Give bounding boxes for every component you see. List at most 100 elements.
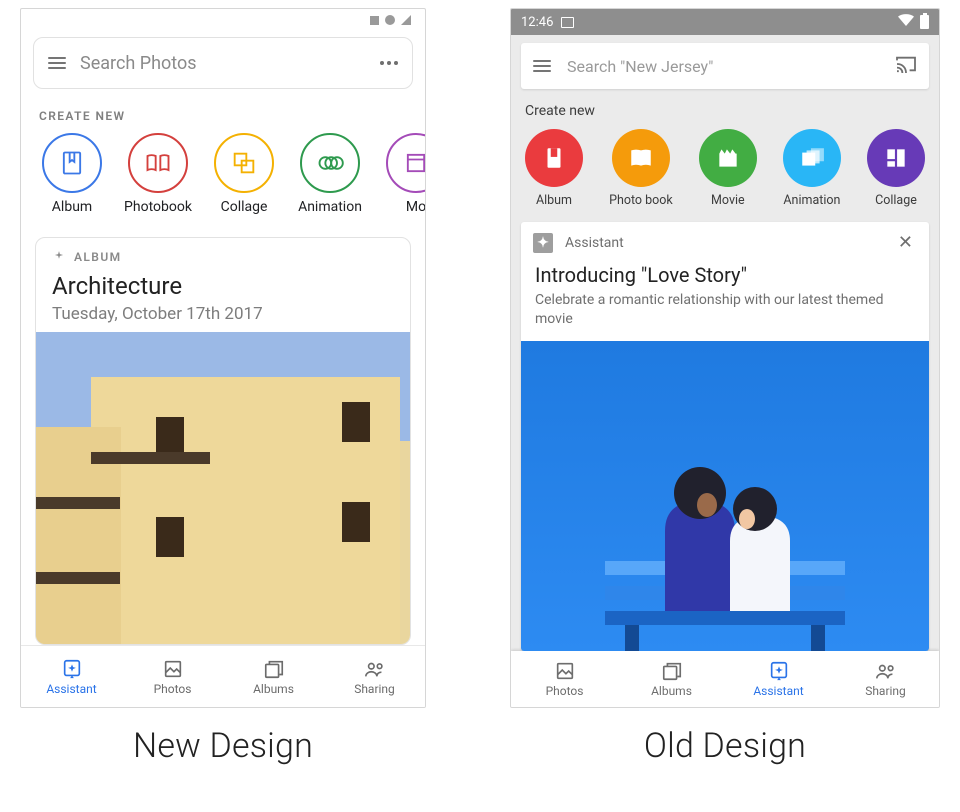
status-time: 12:46 <box>521 15 553 30</box>
hamburger-icon[interactable] <box>48 57 66 69</box>
tab-label: Sharing <box>865 684 906 698</box>
albums-icon <box>263 658 285 680</box>
albums-icon <box>661 660 683 682</box>
caption-old: Old Design <box>644 726 806 766</box>
search-input[interactable]: Search "New Jersey" <box>567 57 879 76</box>
status-square-icon <box>370 16 379 25</box>
create-item-label: Photobook <box>124 199 192 215</box>
tab-label: Sharing <box>354 682 395 696</box>
tab-label: Albums <box>253 682 294 696</box>
create-item-label: Collage <box>875 193 917 208</box>
card-title: Architecture <box>52 272 394 300</box>
old-design-phone: 12:46 Search "New Jersey" <box>510 8 940 708</box>
create-new-label: Create new <box>525 103 925 119</box>
bottom-nav: Photos Albums Assistant Sharing <box>511 651 939 707</box>
create-item-label: Animation <box>298 199 362 215</box>
create-animation[interactable]: Animation <box>293 133 367 215</box>
wifi-icon <box>898 14 914 30</box>
tab-photos[interactable]: Photos <box>511 651 618 707</box>
tab-label: Photos <box>154 682 192 696</box>
create-item-label: Collage <box>221 199 268 215</box>
create-animation[interactable]: Animation <box>783 129 841 208</box>
search-input[interactable]: Search Photos <box>80 53 366 74</box>
album-icon <box>42 133 102 193</box>
create-new-label: CREATE NEW <box>39 109 407 123</box>
overflow-menu-icon[interactable] <box>380 61 398 65</box>
photobook-icon <box>612 129 670 187</box>
search-bar[interactable]: Search Photos <box>33 37 413 89</box>
create-album[interactable]: Album <box>35 133 109 215</box>
collage-icon <box>214 133 274 193</box>
card-title: Introducing "Love Story" <box>535 263 915 287</box>
tab-label: Assistant <box>753 684 803 698</box>
hamburger-icon[interactable] <box>533 60 551 72</box>
card-source: Assistant <box>565 235 624 251</box>
tab-albums[interactable]: Albums <box>223 646 324 707</box>
movie-icon <box>386 133 425 193</box>
create-movie[interactable]: Movie <box>699 129 757 208</box>
tab-photos[interactable]: Photos <box>122 646 223 707</box>
card-date: Tuesday, October 17th 2017 <box>52 304 394 324</box>
sharing-icon <box>364 658 386 680</box>
tab-assistant[interactable]: Assistant <box>725 651 832 707</box>
tab-label: Assistant <box>46 682 96 696</box>
assistant-badge-icon: ✦ <box>533 233 553 253</box>
tab-assistant[interactable]: Assistant <box>21 646 122 707</box>
dismiss-button[interactable]: ✕ <box>894 232 917 253</box>
bottom-nav: Assistant Photos Albums Sharing <box>21 645 425 707</box>
status-image-icon <box>561 17 574 28</box>
caption-new: New Design <box>133 726 313 766</box>
new-design-phone: Search Photos CREATE NEW Album <box>20 8 426 708</box>
create-item-label: Mo <box>406 199 425 215</box>
create-item-label: Photo book <box>609 193 673 208</box>
tab-sharing[interactable]: Sharing <box>832 651 939 707</box>
battery-icon <box>920 15 929 29</box>
photobook-icon <box>128 133 188 193</box>
create-collage[interactable]: Collage <box>207 133 281 215</box>
create-collage[interactable]: Collage <box>867 129 925 208</box>
create-movie[interactable]: Mo <box>379 133 425 215</box>
card-header: ✦ Assistant ✕ <box>521 222 929 263</box>
old-design-pane: 12:46 Search "New Jersey" <box>510 8 940 796</box>
new-design-pane: Search Photos CREATE NEW Album <box>20 8 426 796</box>
search-bar[interactable]: Search "New Jersey" <box>521 43 929 89</box>
tab-albums[interactable]: Albums <box>618 651 725 707</box>
card-header: ALBUM Architecture Tuesday, October 17th… <box>36 238 410 332</box>
cast-icon[interactable] <box>895 55 917 77</box>
tab-label: Albums <box>651 684 692 698</box>
movie-icon <box>699 129 757 187</box>
sharing-icon <box>875 660 897 682</box>
assistant-card[interactable]: ✦ Assistant ✕ Introducing "Love Story" C… <box>521 222 929 651</box>
album-icon <box>525 129 583 187</box>
collage-icon <box>867 129 925 187</box>
card-tag: ALBUM <box>52 250 394 264</box>
create-photobook[interactable]: Photobook <box>121 133 195 215</box>
card-illustration <box>521 341 929 651</box>
animation-icon <box>783 129 841 187</box>
status-circle-icon <box>385 15 395 25</box>
card-photo <box>36 332 410 644</box>
photos-icon <box>162 658 184 680</box>
card-tag-text: ALBUM <box>74 250 122 264</box>
photos-icon <box>554 660 576 682</box>
assistant-icon <box>61 658 83 680</box>
status-bar: 12:46 <box>511 9 939 35</box>
status-triangle-icon <box>401 15 411 25</box>
create-item-label: Album <box>536 193 572 208</box>
assistant-icon <box>768 660 790 682</box>
create-album[interactable]: Album <box>525 129 583 208</box>
tab-sharing[interactable]: Sharing <box>324 646 425 707</box>
sparkle-icon <box>52 250 66 264</box>
create-item-label: Animation <box>783 193 840 208</box>
animation-icon <box>300 133 360 193</box>
create-new-row: Album Photobook Collage <box>21 133 425 219</box>
tab-label: Photos <box>546 684 584 698</box>
status-bar <box>21 9 425 31</box>
couple-illustration-icon <box>595 461 855 651</box>
assistant-card[interactable]: ALBUM Architecture Tuesday, October 17th… <box>35 237 411 645</box>
create-new-row: Album Photo book Movie <box>511 127 939 222</box>
card-subtitle: Celebrate a romantic relationship with o… <box>535 291 915 329</box>
card-body: Introducing "Love Story" Celebrate a rom… <box>521 263 929 341</box>
create-item-label: Album <box>52 199 92 215</box>
create-photobook[interactable]: Photo book <box>609 129 673 208</box>
